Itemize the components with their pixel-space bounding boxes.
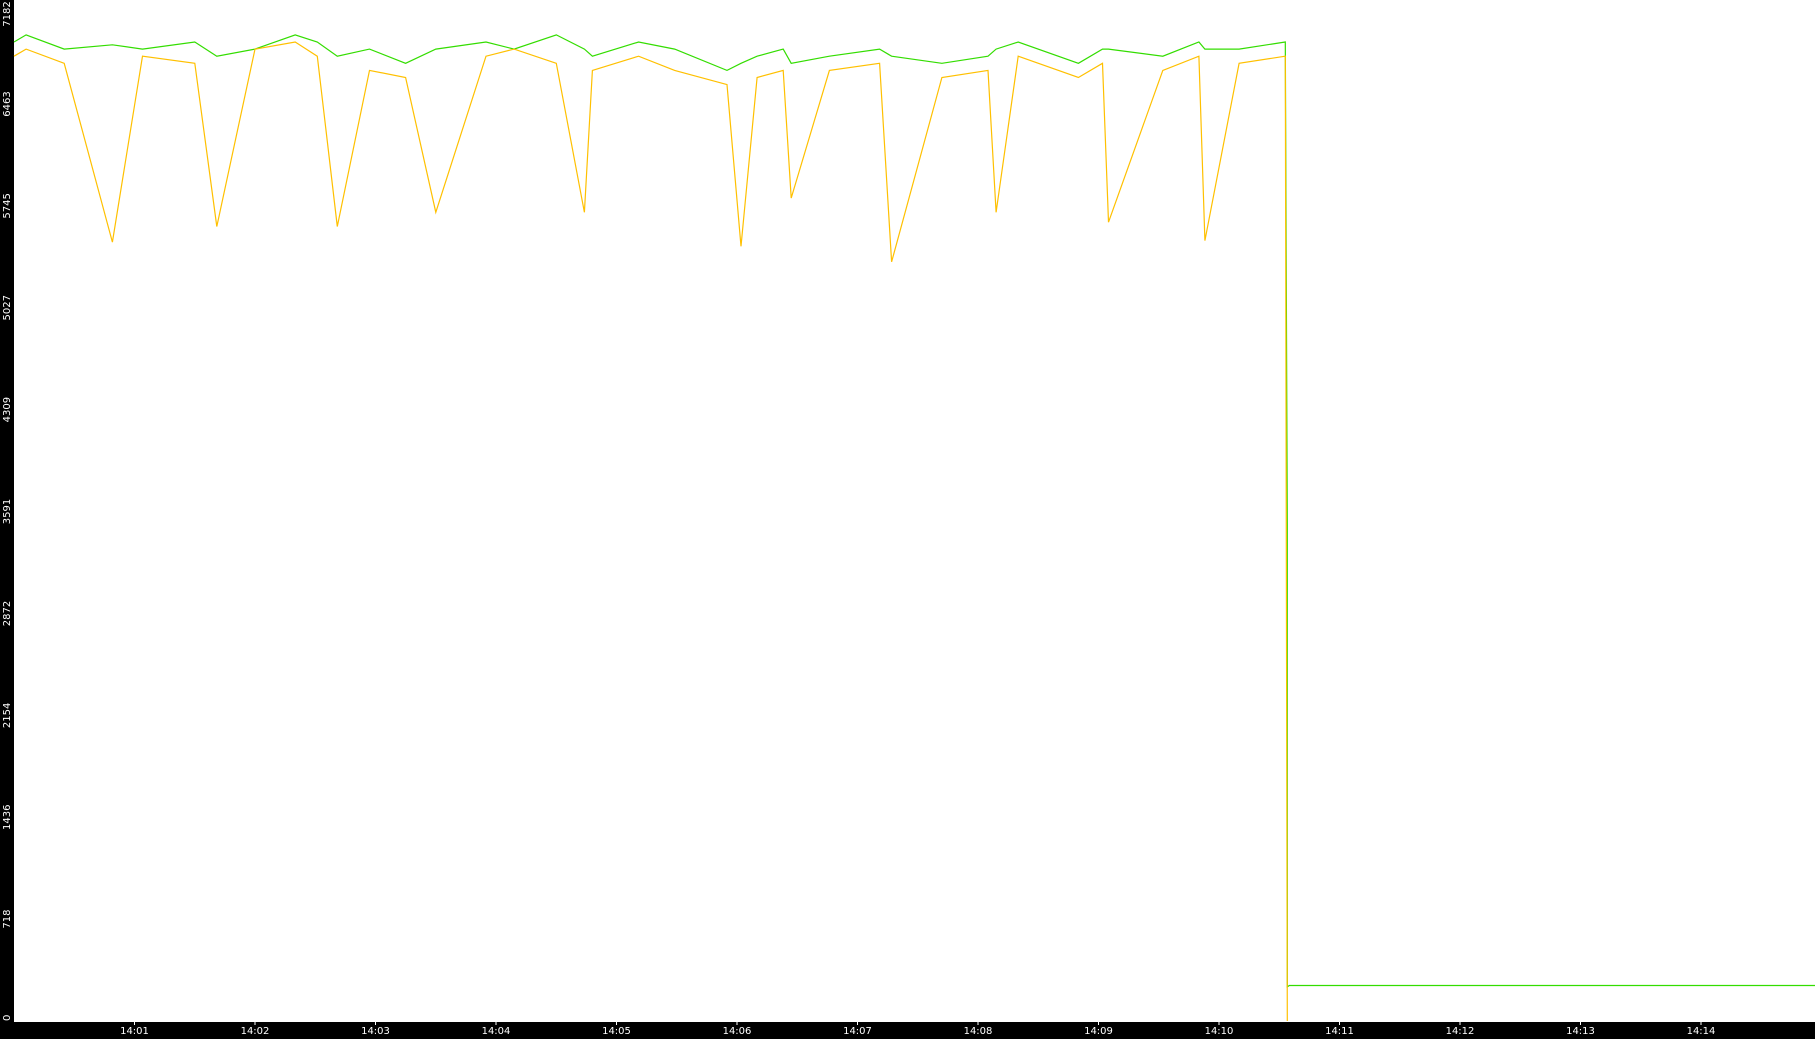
y-tick-label: 5027 — [2, 295, 13, 320]
chart-svg: 0 718 1436 2154 2872 3591 4309 5027 5745 6463 7182… — [0, 0, 1815, 1039]
y-tick-label: 7182 — [2, 1, 13, 26]
y-tick-label: 0 — [2, 1015, 13, 1021]
x-tick-label: 14:12 — [1446, 1026, 1475, 1037]
x-tick-label: 14:11 — [1325, 1026, 1354, 1037]
x-tick-label: 14:07 — [843, 1026, 872, 1037]
x-tick-label: 14:09 — [1084, 1026, 1113, 1037]
y-tick-label: 4309 — [2, 397, 13, 422]
x-tick-label: 14:13 — [1566, 1026, 1595, 1037]
y-tick-label: 2154 — [2, 703, 13, 728]
y-tick-label: 1436 — [2, 805, 13, 830]
x-tick-label: 14:10 — [1205, 1026, 1234, 1037]
y-tick-label: 3591 — [2, 499, 13, 524]
x-tick-label: 14:01 — [120, 1026, 149, 1037]
x-tick-label: 14:05 — [602, 1026, 631, 1037]
plot-background — [0, 0, 1815, 1039]
x-tick-label: 14:04 — [482, 1026, 511, 1037]
x-axis-band — [0, 1022, 1815, 1039]
y-tick-label: 2872 — [2, 601, 13, 626]
x-tick-label: 14:02 — [241, 1026, 270, 1037]
x-tick-label: 14:14 — [1687, 1026, 1716, 1037]
x-tick-label: 14:03 — [361, 1026, 390, 1037]
x-tick-label: 14:08 — [964, 1026, 993, 1037]
y-tick-label: 718 — [2, 910, 13, 929]
y-tick-label: 5745 — [2, 193, 13, 218]
x-tick-label: 14:06 — [723, 1026, 752, 1037]
y-tick-label: 6463 — [2, 91, 13, 116]
line-chart: 0 718 1436 2154 2872 3591 4309 5027 5745 6463 7182… — [0, 0, 1815, 1039]
